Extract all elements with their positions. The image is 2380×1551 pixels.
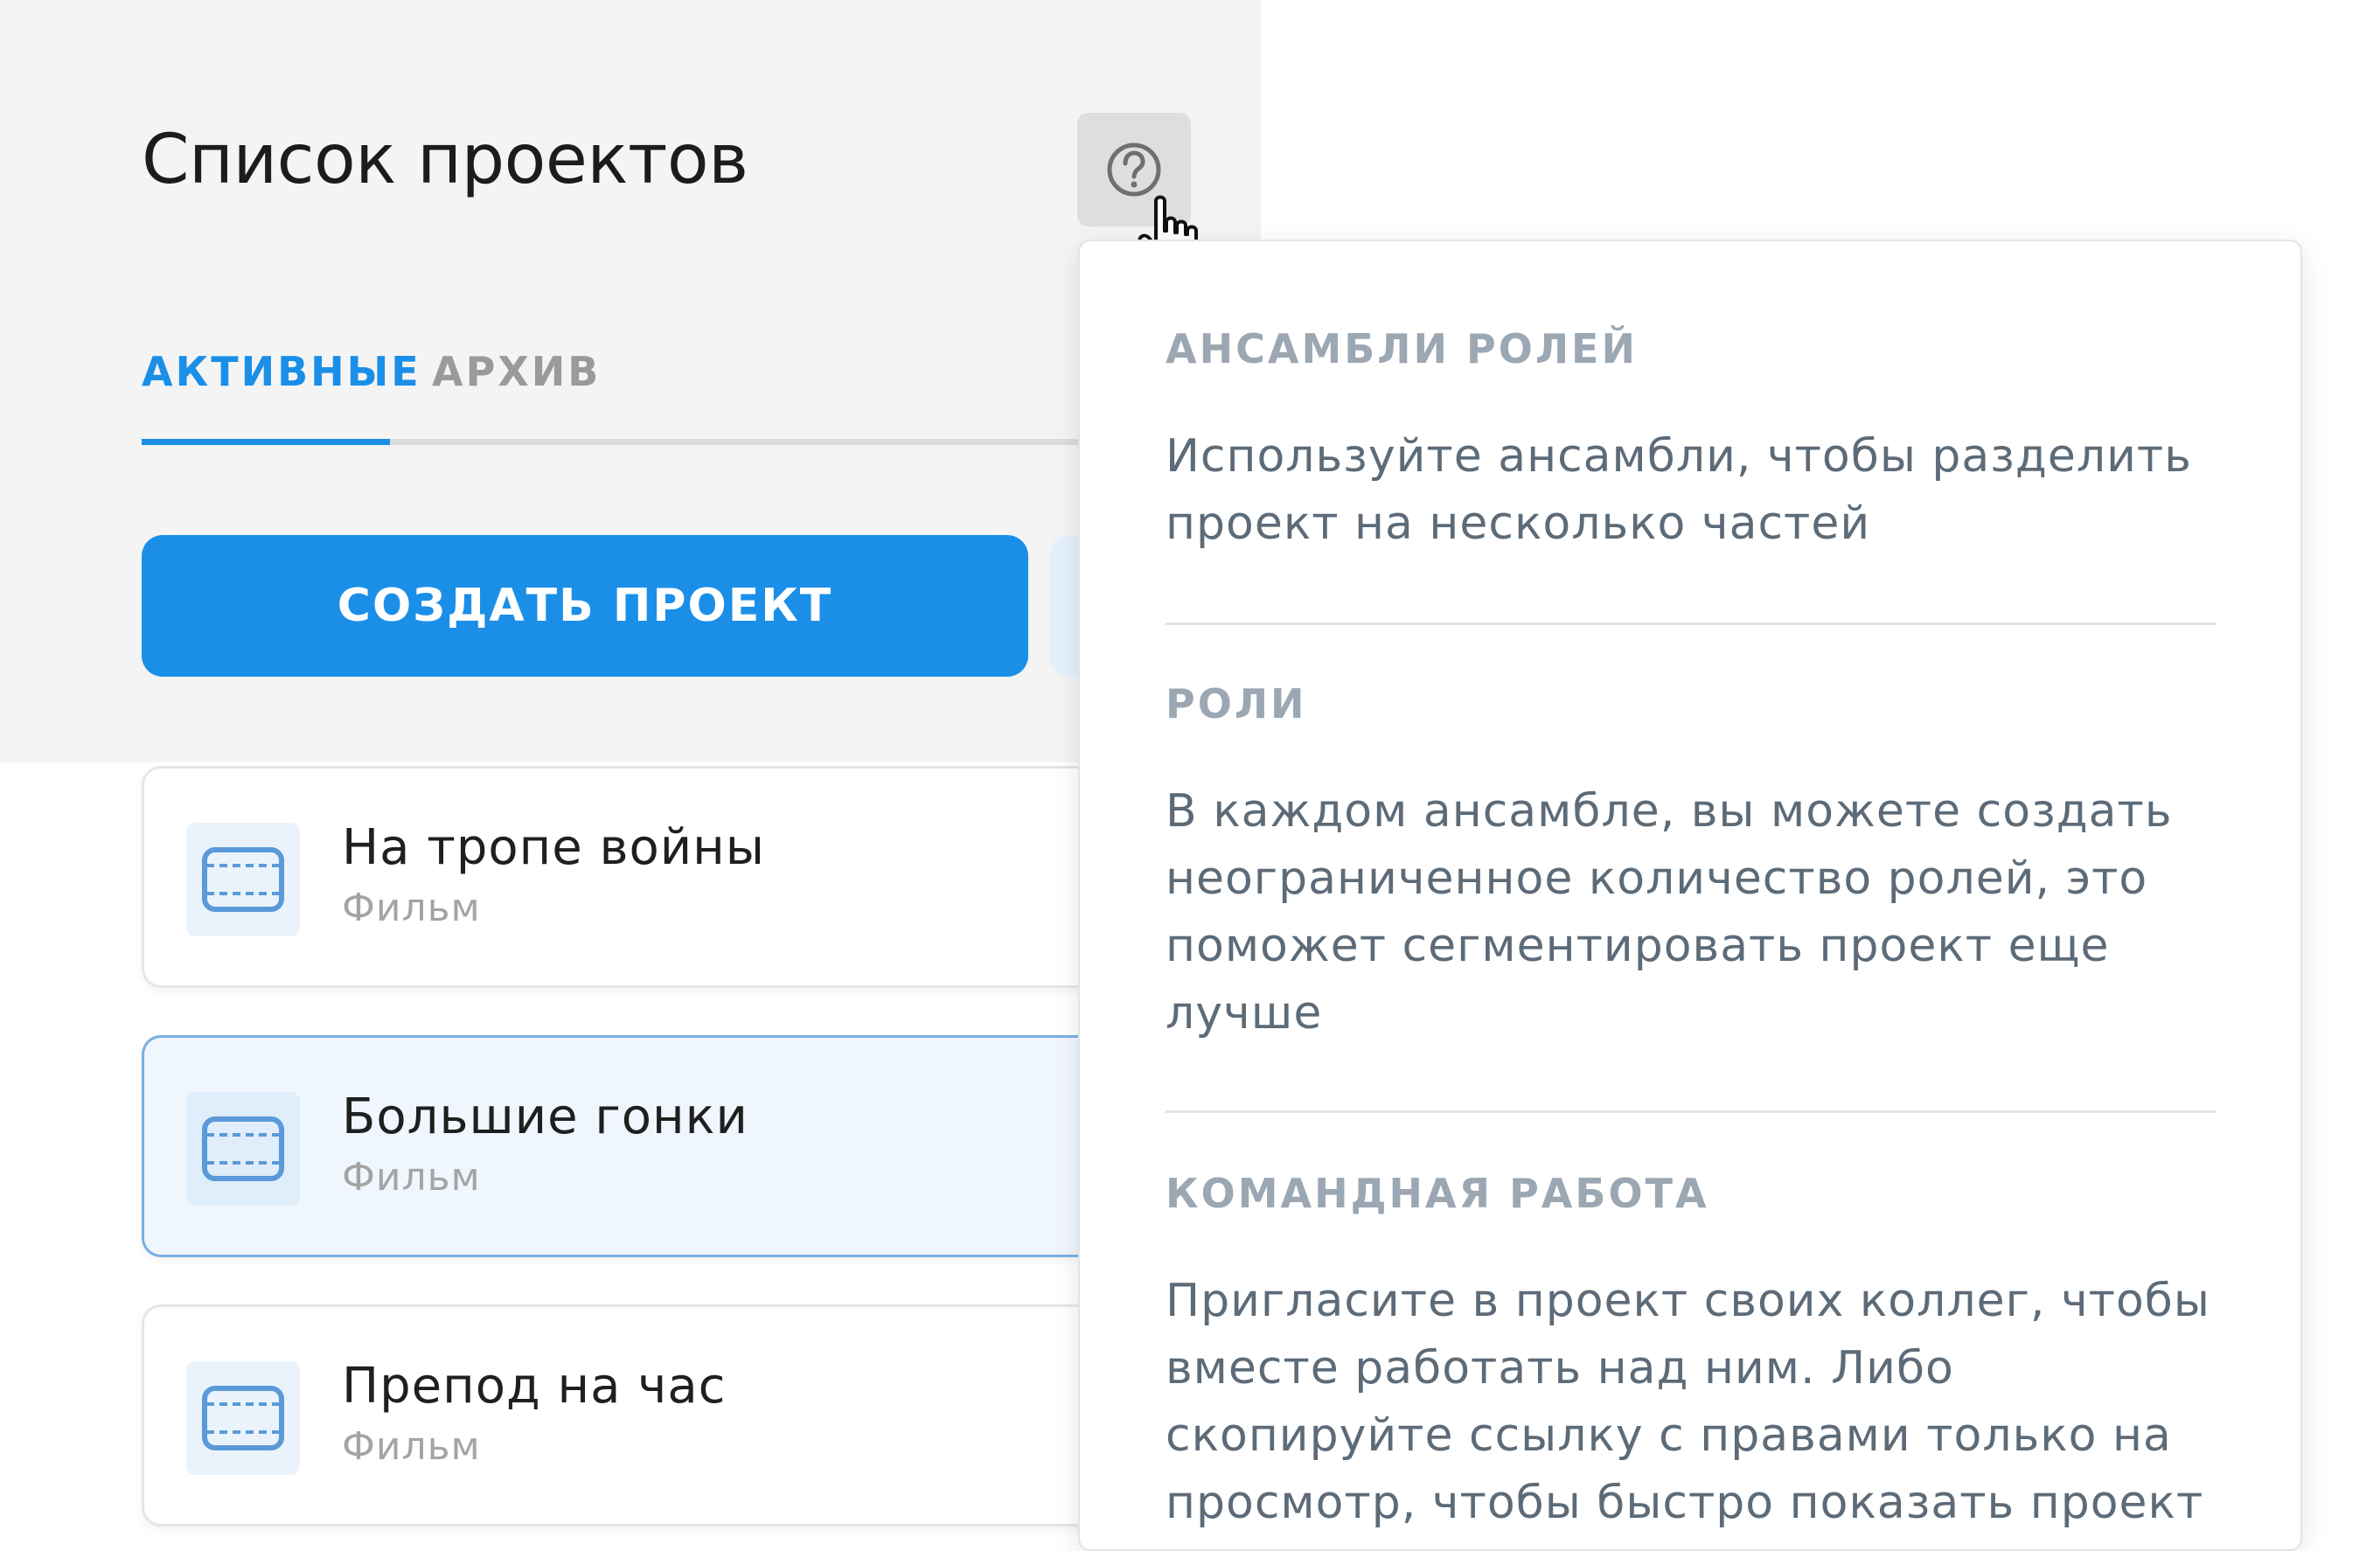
help-popover: АНСАМБЛИ РОЛЕЙ Используйте ансамбли, что… bbox=[1078, 240, 2302, 1551]
section-heading: КОМАНДНАЯ РАБОТА bbox=[1166, 1170, 1709, 1217]
project-card-selected[interactable]: Большие гонки Фильм bbox=[142, 1035, 1173, 1257]
project-card[interactable]: На тропе войны Фильм bbox=[142, 766, 1173, 988]
tab-indicator bbox=[142, 439, 390, 445]
section-heading: АНСАМБЛИ РОЛЕЙ bbox=[1166, 325, 1638, 372]
popover-section-roles: РОЛИ В каждом ансамбле, вы можете создат… bbox=[1166, 680, 2232, 1047]
create-project-button[interactable]: СОЗДАТЬ ПРОЕКТ bbox=[142, 535, 1028, 677]
project-title: Большие гонки bbox=[342, 1088, 748, 1145]
section-text: Используйте ансамбли, чтобы разделить пр… bbox=[1166, 430, 2192, 550]
tab-archive[interactable]: АРХИВ bbox=[432, 348, 601, 395]
film-icon-wrap bbox=[186, 1092, 300, 1206]
section-heading: РОЛИ bbox=[1166, 680, 1307, 727]
tab-active[interactable]: АКТИВНЫЕ bbox=[142, 348, 421, 395]
question-circle-icon bbox=[1107, 143, 1161, 197]
film-icon-wrap bbox=[186, 1361, 300, 1475]
project-type: Фильм bbox=[342, 1155, 481, 1200]
divider bbox=[1166, 622, 2216, 625]
project-type: Фильм bbox=[342, 886, 481, 930]
page-title: Список проектов bbox=[142, 121, 748, 199]
project-title: Препод на час bbox=[342, 1358, 727, 1415]
film-icon bbox=[202, 1386, 284, 1450]
film-icon bbox=[202, 1116, 284, 1181]
project-title: На тропе войны bbox=[342, 819, 766, 876]
section-text: Пригласите в проект своих коллег, чтобы … bbox=[1166, 1275, 2210, 1529]
film-icon bbox=[202, 847, 284, 912]
project-type: Фильм bbox=[342, 1424, 481, 1469]
section-text: В каждом ансамбле, вы можете создать нео… bbox=[1166, 785, 2173, 1040]
project-card[interactable]: Препод на час Фильм bbox=[142, 1304, 1173, 1527]
film-icon-wrap bbox=[186, 823, 300, 936]
divider bbox=[1166, 1110, 2216, 1113]
popover-section-ensembles: АНСАМБЛИ РОЛЕЙ Используйте ансамбли, что… bbox=[1166, 325, 2232, 558]
popover-section-teamwork: КОМАНДНАЯ РАБОТА Пригласите в проект сво… bbox=[1166, 1170, 2232, 1537]
